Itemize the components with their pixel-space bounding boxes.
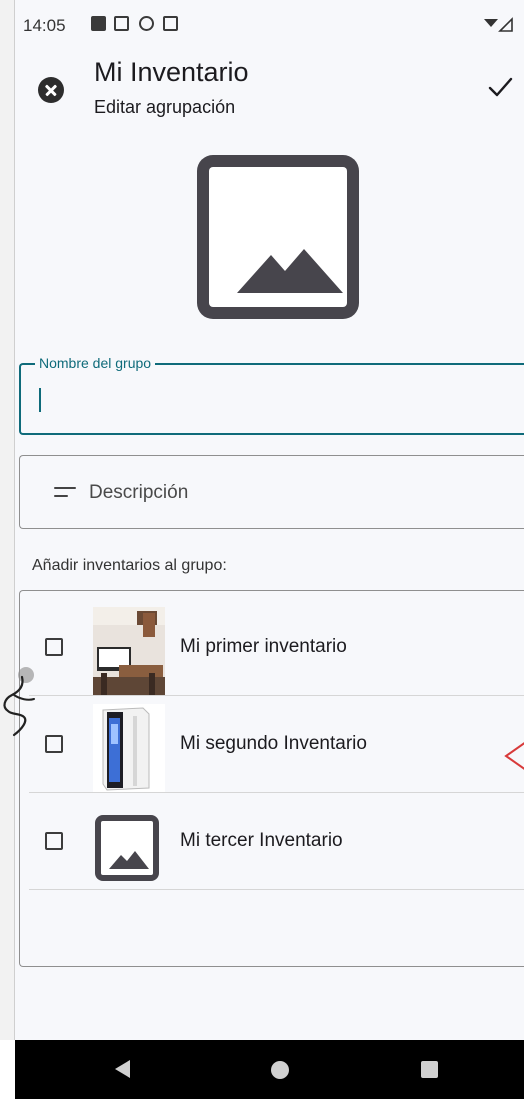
- page-title: Mi Inventario: [94, 57, 249, 87]
- left-frame-edge: [0, 0, 15, 1040]
- add-inventories-label: Añadir inventarios al grupo:: [32, 557, 227, 574]
- nav-recents-icon[interactable]: [421, 1061, 438, 1078]
- inventory-checkbox-2[interactable]: [45, 735, 63, 753]
- page-subtitle: Editar agrupación: [94, 97, 236, 117]
- sync-icon: [139, 16, 154, 31]
- inventory-checkbox-1[interactable]: [45, 638, 63, 656]
- image-placeholder-icon: [209, 167, 347, 307]
- inventory-row-3[interactable]: Mi tercer Inventario: [29, 793, 524, 890]
- inventory-thumb-2: [93, 704, 165, 792]
- text-cursor: [39, 388, 41, 412]
- inventory-label-3: Mi tercer Inventario: [180, 830, 343, 851]
- status-bar: 14:05: [15, 0, 524, 44]
- confirm-check-icon[interactable]: [487, 74, 513, 100]
- touch-pointer-hand-icon: [3, 667, 35, 737]
- inventory-row-1[interactable]: Mi primer inventario: [29, 599, 524, 696]
- app-screen: 14:05 Mi Inventario Editar agrupación No…: [15, 0, 524, 1040]
- system-nav-bar: [15, 1040, 524, 1099]
- description-placeholder: Descripción: [89, 482, 189, 503]
- inventory-thumb-3: [93, 801, 165, 889]
- group-image-picker[interactable]: [197, 155, 359, 319]
- inventory-label-2: Mi segundo Inventario: [180, 733, 367, 754]
- inventory-checkbox-3[interactable]: [45, 832, 63, 850]
- nav-back-icon[interactable]: [115, 1060, 130, 1078]
- red-arrow-annotation-icon: [504, 742, 524, 770]
- group-name-label: Nombre del grupo: [35, 355, 156, 371]
- signal-battery-icon: [484, 17, 513, 32]
- inventory-row-2[interactable]: Mi segundo Inventario: [29, 696, 524, 793]
- close-button[interactable]: [38, 77, 64, 103]
- inventory-thumb-1: [93, 607, 165, 695]
- nav-home-icon[interactable]: [271, 1061, 289, 1079]
- calendar-icon: [163, 16, 178, 31]
- group-name-field[interactable]: [19, 363, 524, 435]
- status-time: 14:05: [23, 16, 66, 35]
- divider: [29, 889, 524, 890]
- notification-a-icon: [91, 16, 106, 31]
- description-lines-icon: [54, 487, 76, 499]
- inventory-label-1: Mi primer inventario: [180, 636, 347, 657]
- gmail-icon: [114, 16, 129, 31]
